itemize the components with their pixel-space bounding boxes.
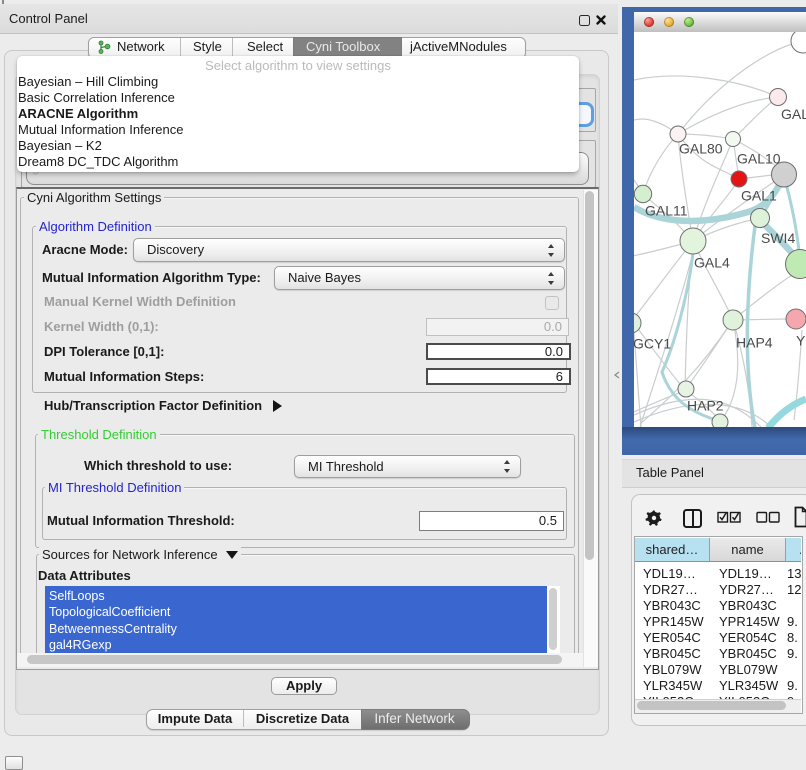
svg-text:GAL10: GAL10 bbox=[737, 151, 781, 167]
svg-text:HAP4: HAP4 bbox=[736, 335, 773, 351]
svg-text:GAL7: GAL7 bbox=[781, 106, 806, 122]
svg-text:GAL11: GAL11 bbox=[645, 203, 688, 219]
svg-text:GAL80: GAL80 bbox=[679, 141, 723, 157]
svg-text:GAL1: GAL1 bbox=[741, 188, 777, 204]
svg-text:Y: Y bbox=[796, 333, 806, 349]
svg-text:SWI4: SWI4 bbox=[761, 230, 795, 246]
svg-text:HAP2: HAP2 bbox=[687, 398, 724, 414]
svg-text:GCY1: GCY1 bbox=[634, 336, 671, 352]
svg-text:GAL4: GAL4 bbox=[694, 255, 730, 271]
